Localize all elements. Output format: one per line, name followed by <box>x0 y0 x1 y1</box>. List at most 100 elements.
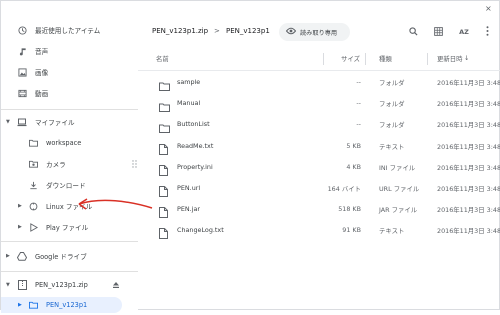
readonly-indicator: 読み取り専用 <box>279 23 350 41</box>
file-type: テキスト <box>379 227 405 236</box>
sidebar-item-linux-files[interactable]: ▶ Linux ファイル <box>1 196 138 216</box>
file-icon <box>159 182 171 197</box>
file-row[interactable]: sample -- フォルダ 2016年11月3日 3:48 <box>138 72 500 93</box>
sort-label: AZ <box>459 28 469 36</box>
column-separator[interactable] <box>365 53 366 65</box>
sidebar-item-google-drive[interactable]: ▶ Google ドライブ <box>1 246 138 266</box>
grid-icon <box>433 26 443 38</box>
zip-archive-icon <box>17 280 27 290</box>
sidebar-item-label: カメラ <box>46 161 66 169</box>
file-row[interactable]: PEN.url 164 バイト URL ファイル 2016年11月3日 3:48 <box>138 178 500 199</box>
file-icon <box>159 161 171 176</box>
breadcrumb-separator: > <box>214 27 220 35</box>
sidebar-item-camera[interactable]: カメラ <box>1 154 138 174</box>
file-icon <box>159 140 171 155</box>
breadcrumb-current[interactable]: PEN_v123p1 <box>226 27 270 35</box>
file-type: URL ファイル <box>379 185 420 193</box>
files-app-window: × 最近使用したアイテム 音声 画像 動画 ▼ マイファイル workspace… <box>0 0 500 313</box>
sidebar-item-label: PEN_v123p1 <box>46 301 88 309</box>
file-size: -- <box>356 120 361 129</box>
column-header-type[interactable]: 種類 <box>379 54 392 63</box>
file-icon <box>159 224 171 240</box>
expand-arrow-icon[interactable]: ▼ <box>6 282 10 288</box>
file-name: sample <box>177 78 201 86</box>
sidebar-item-workspace[interactable]: workspace <box>1 133 138 153</box>
sidebar-item-label: Play ファイル <box>46 224 89 232</box>
file-size: 164 バイト <box>327 185 361 193</box>
sidebar-item-label: 音声 <box>35 48 49 56</box>
sidebar-item-label: 画像 <box>35 69 49 77</box>
folder-icon <box>159 76 171 91</box>
file-icon <box>159 203 171 219</box>
file-row[interactable]: ReadMe.txt 5 KB テキスト 2016年11月3日 3:48 <box>138 136 500 157</box>
file-row[interactable]: ChangeLog.txt 91 KB テキスト 2016年11月3日 3:48 <box>138 220 500 241</box>
sidebar-item-play-files[interactable]: ▶ Play ファイル <box>1 217 138 237</box>
image-icon <box>17 67 27 77</box>
file-name: PEN.url <box>177 184 201 192</box>
file-name: ChangeLog.txt <box>177 226 224 235</box>
sidebar-item-videos[interactable]: 動画 <box>1 83 138 103</box>
music-note-icon <box>17 46 27 56</box>
search-icon <box>408 26 418 38</box>
sidebar-item-zip-archive[interactable]: ▼ PEN_v123p1.zip <box>1 275 138 295</box>
file-row[interactable]: PEN.jar 518 KB JAR ファイル 2016年11月3日 3:48 <box>138 199 500 220</box>
more-vert-icon <box>486 26 489 38</box>
sidebar-item-downloads[interactable]: ダウンロード <box>1 175 138 195</box>
folder-icon <box>159 118 171 134</box>
expand-arrow-icon[interactable]: ▶ <box>18 203 22 209</box>
file-type: テキスト <box>379 142 405 151</box>
column-header-modified[interactable]: 更新日時 <box>437 54 463 63</box>
folder-icon <box>28 138 38 148</box>
grid-view-button[interactable] <box>430 24 446 40</box>
sidebar-item-label: Google ドライブ <box>35 253 87 261</box>
scrollbar[interactable] <box>491 71 497 311</box>
more-options-button[interactable] <box>479 24 495 40</box>
file-name: ReadMe.txt <box>177 141 214 150</box>
sidebar-item-label: Linux ファイル <box>46 203 93 211</box>
search-button[interactable] <box>405 24 421 40</box>
file-row[interactable]: ButtonList -- フォルダ 2016年11月3日 3:48 <box>138 114 500 135</box>
file-name: Property.ini <box>177 162 213 171</box>
sidebar-divider <box>1 241 138 242</box>
eject-icon[interactable] <box>111 280 121 290</box>
sort-button[interactable]: AZ <box>456 24 472 40</box>
sidebar-item-audio[interactable]: 音声 <box>1 41 138 61</box>
laptop-icon <box>17 117 27 127</box>
close-button[interactable]: × <box>485 4 492 13</box>
breadcrumb-part[interactable]: PEN_v123p1.zip <box>152 27 208 35</box>
clock-icon <box>17 25 27 35</box>
file-row[interactable]: Manual -- フォルダ 2016年11月3日 3:48 <box>138 93 500 114</box>
sort-arrow-icon[interactable]: ↓ <box>464 54 469 62</box>
sidebar-item-label: ダウンロード <box>46 182 86 190</box>
column-header-size[interactable]: サイズ <box>341 54 360 63</box>
film-icon <box>17 88 27 98</box>
folder-icon <box>28 300 38 310</box>
file-row[interactable]: Property.ini 4 KB INI ファイル 2016年11月3日 3:48 <box>138 157 500 178</box>
column-separator[interactable] <box>323 53 324 65</box>
expand-arrow-icon[interactable]: ▶ <box>18 224 22 230</box>
sidebar-item-label: 動画 <box>35 90 49 98</box>
sidebar-item-zip-folder[interactable]: ▶ PEN_v123p1 <box>1 295 138 315</box>
file-type: JAR ファイル <box>379 206 418 215</box>
expand-arrow-icon[interactable]: ▼ <box>6 119 10 125</box>
file-name: PEN.jar <box>177 205 201 214</box>
file-type: フォルダ <box>379 100 405 109</box>
sidebar-item-recent[interactable]: 最近使用したアイテム <box>1 20 138 40</box>
eye-icon <box>285 27 297 37</box>
sidebar-item-label: PEN_v123p1.zip <box>35 281 88 289</box>
column-separator[interactable] <box>427 53 428 65</box>
sidebar-item-images[interactable]: 画像 <box>1 62 138 82</box>
expand-arrow-icon[interactable]: ▶ <box>18 302 22 308</box>
sidebar-divider <box>1 271 138 272</box>
download-icon <box>28 180 38 190</box>
file-size: -- <box>356 78 361 86</box>
column-header-name[interactable]: 名前 <box>156 54 169 63</box>
file-name: Manual <box>177 99 201 108</box>
header-divider <box>138 70 500 71</box>
folder-icon <box>159 97 171 113</box>
sidebar-item-my-files[interactable]: ▼ マイファイル <box>1 112 138 132</box>
expand-arrow-icon[interactable]: ▶ <box>6 253 10 259</box>
file-size: 518 KB <box>338 205 361 214</box>
file-size: 5 KB <box>346 141 361 150</box>
camera-folder-icon <box>28 159 38 169</box>
